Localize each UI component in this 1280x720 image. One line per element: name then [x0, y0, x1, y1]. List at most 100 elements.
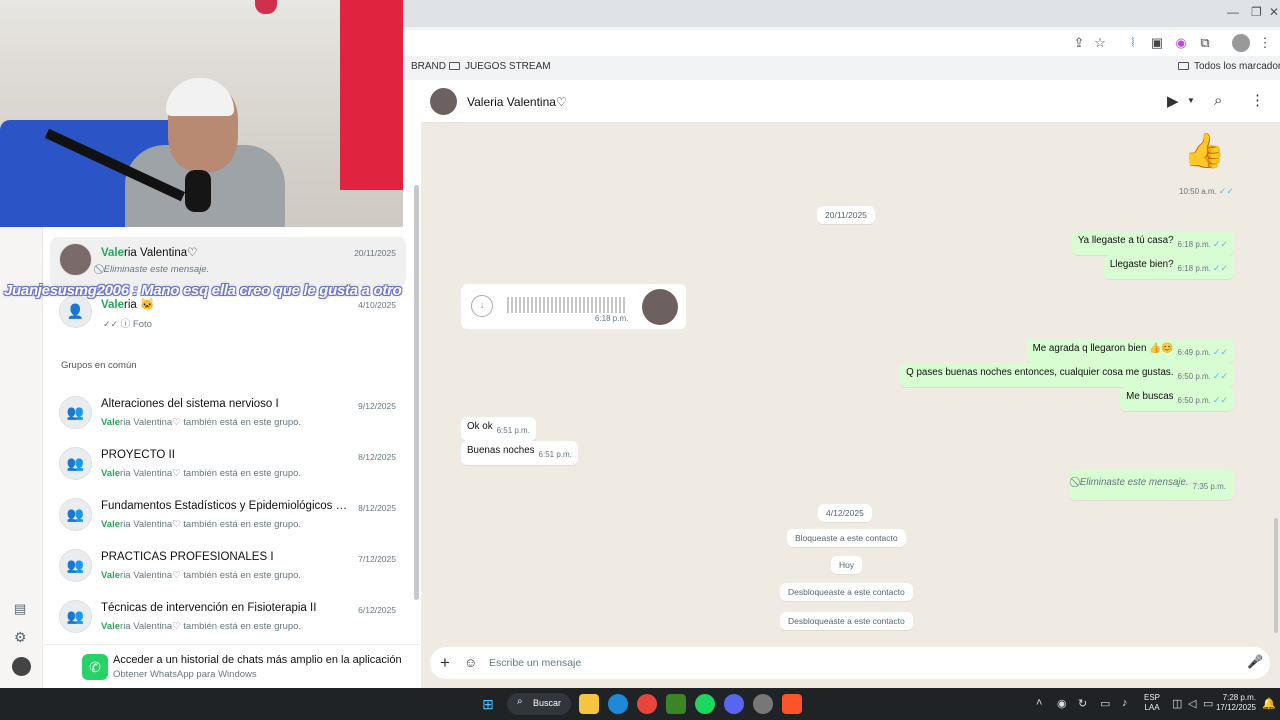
group-members: Valeria Valentina♡ también está en este …: [101, 570, 302, 581]
chat-header: Valeria Valentina♡ ▶ ▼ ⌕ ⋮: [421, 80, 1280, 123]
settings-icon[interactable]: ⚙: [14, 629, 27, 646]
group-row[interactable]: 👥 PROYECTO II Valeria Valentina♡ también…: [50, 441, 406, 491]
group-icon: 👥: [66, 557, 85, 573]
message-composer[interactable]: + ☺ Escribe un mensaje 🎤: [430, 647, 1270, 679]
outgoing-message[interactable]: Llegaste bien? 6:18 p.m. ✓✓: [1103, 255, 1234, 279]
extension-audio-icon[interactable]: ⦚: [1124, 34, 1142, 52]
groups-in-common-title: Grupos en común: [61, 360, 137, 371]
chat-menu-icon[interactable]: ⋮: [1250, 91, 1265, 109]
title-bar: — ❐ ✕: [403, 0, 1280, 27]
avatar: 👥: [59, 549, 92, 582]
profile-avatar[interactable]: [1232, 34, 1250, 52]
group-date: 7/12/2025: [358, 554, 396, 564]
obs-icon[interactable]: [753, 694, 773, 714]
minecraft-icon[interactable]: [666, 694, 686, 714]
read-tick-icon: ✓✓: [1212, 347, 1228, 357]
outgoing-message[interactable]: Q pases buenas noches entonces, cualquie…: [900, 363, 1234, 387]
tray-usb-icon[interactable]: ▭: [1100, 697, 1110, 710]
extension-purple-icon[interactable]: ◉: [1172, 34, 1190, 52]
contact-name: Valeria Valentina♡: [101, 247, 198, 259]
notifications-icon[interactable]: 🔔: [1262, 697, 1276, 710]
group-row[interactable]: 👥 Técnicas de intervención en Fisioterap…: [50, 594, 406, 644]
clock[interactable]: 7:28 p.m. 17/12/2025: [1206, 693, 1256, 713]
install-app-icon[interactable]: ⇪: [1070, 34, 1088, 52]
microphone-icon[interactable]: 🎤: [1247, 654, 1263, 670]
bookmark-juegos-stream[interactable]: JUEGOS STREAM: [449, 61, 551, 72]
tray-chevron-icon[interactable]: ˄: [1036, 697, 1042, 709]
contact-date: 4/10/2025: [358, 300, 396, 310]
file-explorer-icon[interactable]: [579, 694, 599, 714]
group-date: 6/12/2025: [358, 605, 396, 615]
windows-start-icon[interactable]: ⊞: [478, 694, 498, 714]
group-icon: 👥: [66, 404, 85, 420]
read-tick-icon: ✓✓: [1218, 186, 1234, 196]
puzzle-icon[interactable]: ⧉: [1196, 34, 1214, 52]
read-tick-icon: ✓✓: [1212, 371, 1228, 381]
search-box[interactable]: ⌕ Buscar: [507, 693, 571, 715]
group-name: Fundamentos Estadísticos y Epidemiológic…: [101, 500, 351, 512]
language-indicator[interactable]: ESP LAA: [1144, 693, 1160, 713]
get-app-title[interactable]: Acceder a un historial de chats más ampl…: [113, 654, 402, 666]
bookmark-brand[interactable]: BRAND: [411, 61, 446, 72]
chevron-down-icon[interactable]: ▼: [1187, 96, 1195, 105]
minimize-icon[interactable]: —: [1227, 5, 1239, 19]
voice-message[interactable]: ↓ 6:18 p.m.: [461, 284, 686, 329]
date-divider: Hoy: [831, 556, 863, 574]
video-call-icon[interactable]: ▶: [1167, 92, 1179, 110]
left-panel-scrollbar[interactable]: [414, 185, 419, 600]
group-members: Valeria Valentina♡ también está en este …: [101, 417, 302, 428]
contact-last-message: ✓✓ ⓘ Foto: [103, 319, 152, 330]
thumbs-up-sticker: 👍: [1183, 132, 1226, 170]
outgoing-message[interactable]: Ya llegaste a tú casa? 6:18 p.m. ✓✓: [1071, 231, 1234, 255]
group-name: Técnicas de intervención en Fisioterapia…: [101, 602, 317, 614]
whatsapp-logo-icon: ✆: [82, 654, 108, 680]
edge-icon[interactable]: [608, 694, 628, 714]
attach-plus-icon[interactable]: +: [440, 653, 450, 673]
bookmarks-bar: BRAND JUEGOS STREAM Todos los marcadores: [403, 58, 1280, 78]
chrome-icon[interactable]: [637, 694, 657, 714]
media-icon[interactable]: ▤: [14, 601, 26, 617]
sticker-icon[interactable]: ☺: [464, 655, 477, 670]
discord-icon[interactable]: [724, 694, 744, 714]
get-app-subtitle[interactable]: Obtener WhatsApp para Windows: [113, 669, 257, 680]
contact-row[interactable]: Valeria Valentina♡ ⃠ Eliminaste este men…: [50, 237, 406, 287]
download-icon[interactable]: ↓: [471, 295, 493, 317]
group-date: 9/12/2025: [358, 401, 396, 411]
incoming-message[interactable]: Buenas noches 6:51 p.m.: [461, 441, 578, 465]
chat-contact-name[interactable]: Valeria Valentina♡: [467, 95, 567, 109]
thumbs-up-meta: 10:50 a.m. ✓✓: [1179, 186, 1234, 196]
photo-icon: ⓘ: [120, 319, 131, 330]
tray-app-icon[interactable]: ◉: [1057, 697, 1067, 710]
menu-icon[interactable]: ⋮: [1256, 34, 1274, 52]
incoming-message[interactable]: Ok ok 6:51 p.m.: [461, 417, 536, 441]
extension-icon[interactable]: ▣: [1148, 34, 1166, 52]
chat-scrollbar[interactable]: [1274, 518, 1278, 633]
restore-icon[interactable]: ❐: [1251, 5, 1262, 19]
outgoing-message[interactable]: Me buscas 6:50 p.m. ✓✓: [1120, 387, 1234, 411]
search-icon[interactable]: ⌕: [1214, 92, 1222, 109]
search-icon: ⌕: [517, 696, 523, 707]
close-window-icon[interactable]: ✕: [1269, 5, 1279, 19]
bookmark-star-icon[interactable]: ☆: [1091, 34, 1109, 52]
contact-avatar[interactable]: [430, 88, 457, 115]
group-row[interactable]: 👥 Alteraciones del sistema nervioso I Va…: [50, 390, 406, 440]
spotify-icon[interactable]: [695, 694, 715, 714]
group-members: Valeria Valentina♡ también está en este …: [101, 519, 302, 530]
outgoing-message[interactable]: Me agrada q llegaron bien 👍😊 6:49 p.m. ✓✓: [1026, 339, 1234, 363]
network-icon[interactable]: ◫: [1172, 697, 1182, 710]
group-row[interactable]: 👥 Fundamentos Estadísticos y Epidemiológ…: [50, 492, 406, 542]
message-input[interactable]: Escribe un mensaje: [489, 657, 581, 669]
tray-sync-icon[interactable]: ↻: [1078, 697, 1087, 710]
tray-mic-icon[interactable]: ♪: [1122, 697, 1128, 709]
group-row[interactable]: 👥 PRÁCTICAS PROFESIONALES I Valeria Vale…: [50, 543, 406, 593]
deleted-message[interactable]: ⃠ Eliminaste este mensaje. 7:35 p.m.: [1069, 470, 1234, 500]
volume-icon[interactable]: ◁: [1188, 697, 1196, 710]
bookmark-all[interactable]: Todos los marcadores: [1178, 61, 1280, 72]
avatar: 👥: [59, 447, 92, 480]
chat-messages-area: 👍 10:50 a.m. ✓✓ 20/11/2025 Ya llegaste a …: [421, 123, 1280, 643]
contact-last-message: ⃠ Eliminaste este mensaje.: [101, 264, 210, 275]
profile-avatar[interactable]: [12, 657, 31, 676]
read-tick-icon: ✓✓: [1212, 263, 1228, 273]
avatar: 👥: [59, 600, 92, 633]
brave-icon[interactable]: [782, 694, 802, 714]
